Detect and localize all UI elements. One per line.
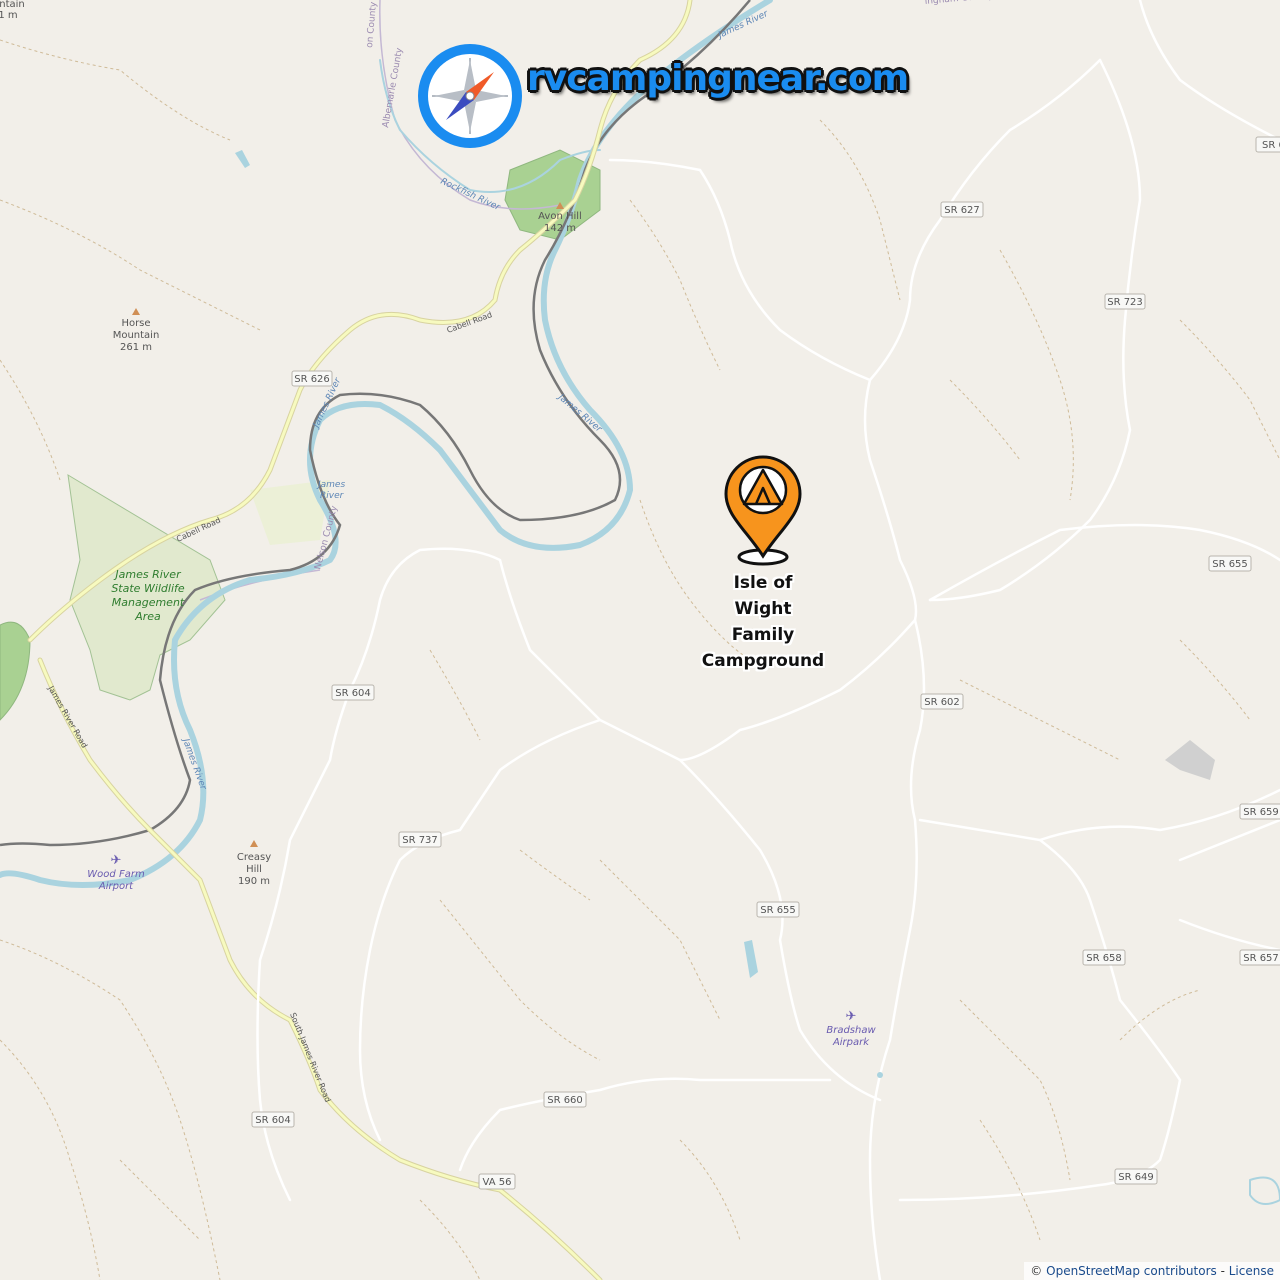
svg-text:SR 602: SR 602 — [924, 697, 960, 708]
svg-text:SR 604: SR 604 — [335, 688, 371, 699]
svg-text:SR 737: SR 737 — [402, 835, 438, 846]
svg-text:State Wildlife: State Wildlife — [111, 582, 185, 595]
road-shield: SR 604 — [331, 684, 375, 701]
site-name: rvcampingnear.com — [527, 58, 909, 99]
svg-text:James River: James River — [113, 568, 182, 581]
svg-text:SR 655: SR 655 — [760, 905, 796, 916]
campground-name-line: Isle of — [733, 573, 793, 593]
osm-attribution-link[interactable]: OpenStreetMap contributors — [1046, 1264, 1217, 1278]
svg-text:SR 655: SR 655 — [1212, 559, 1248, 570]
svg-text:SR 604: SR 604 — [255, 1115, 291, 1126]
road-shield: SR 659 — [1239, 803, 1280, 820]
svg-text:SR 657: SR 657 — [1243, 953, 1279, 964]
svg-text:River: River — [320, 491, 345, 501]
road-shield: SR 602 — [920, 693, 964, 710]
svg-text:SR 658: SR 658 — [1086, 953, 1122, 964]
road-shield: SR 660 — [543, 1091, 587, 1108]
svg-text:SR 649: SR 649 — [1118, 1172, 1154, 1183]
svg-text:1 m: 1 m — [0, 10, 18, 21]
svg-text:Horse: Horse — [121, 318, 150, 329]
campground-name-line: Campground — [701, 651, 825, 671]
svg-text:Wood Farm: Wood Farm — [87, 869, 145, 880]
svg-text:Airpark: Airpark — [832, 1037, 870, 1048]
road-shield: VA 56 — [478, 1173, 516, 1190]
map-attribution: © OpenStreetMap contributors - License — [1024, 1262, 1280, 1280]
svg-text:SR 659: SR 659 — [1243, 807, 1279, 818]
copyright-symbol: © — [1030, 1264, 1043, 1278]
road-shield: SR 604 — [251, 1111, 295, 1128]
svg-text:ntain: ntain — [0, 0, 25, 10]
svg-text:SR 6: SR 6 — [1262, 140, 1280, 151]
svg-text:261 m: 261 m — [120, 342, 152, 353]
license-link[interactable]: License — [1229, 1264, 1274, 1278]
road-shield: SR 649 — [1114, 1168, 1158, 1185]
road-shield: SR 655 — [756, 901, 800, 918]
svg-text:SR 627: SR 627 — [944, 205, 980, 216]
svg-text:SR 626: SR 626 — [294, 374, 330, 385]
svg-text:Creasy: Creasy — [237, 852, 271, 863]
svg-text:VA 56: VA 56 — [483, 1177, 512, 1188]
svg-text:Mountain: Mountain — [113, 330, 160, 341]
svg-text:SR 660: SR 660 — [547, 1095, 583, 1106]
svg-text:142 m: 142 m — [544, 223, 576, 234]
svg-text:190 m: 190 m — [238, 876, 270, 887]
road-shield: SR 737 — [398, 831, 442, 848]
road-shield: SR 6 — [1255, 136, 1280, 153]
svg-text:Hill: Hill — [246, 864, 262, 875]
svg-text:James: James — [316, 480, 345, 490]
campground-name[interactable]: Isle of Wight Family Campground — [688, 570, 838, 674]
airplane-icon: ✈ — [846, 1009, 857, 1024]
airplane-icon: ✈ — [111, 853, 122, 868]
svg-text:Airport: Airport — [98, 881, 134, 892]
svg-text:SR 723: SR 723 — [1107, 297, 1143, 308]
attribution-separator: - — [1220, 1264, 1225, 1278]
road-shield: SR 626 — [291, 370, 333, 387]
svg-text:Area: Area — [134, 610, 161, 623]
compass-icon — [418, 44, 522, 148]
svg-text:Avon Hill: Avon Hill — [538, 211, 582, 222]
road-shield: SR 655 — [1208, 555, 1252, 572]
road-shield: SR 627 — [940, 201, 984, 218]
map-canvas[interactable]: SR 627 SR 723 SR 626 SR 655 SR 604 SR 60… — [0, 0, 1280, 1280]
road-shield: SR 723 — [1104, 293, 1146, 310]
svg-text:Management: Management — [112, 596, 185, 609]
road-shield: SR 658 — [1082, 949, 1126, 966]
site-logo[interactable]: rvcampingnear.com — [414, 40, 909, 152]
campground-name-line: Family — [731, 625, 795, 645]
svg-text:Bradshaw: Bradshaw — [826, 1025, 876, 1036]
campground-name-line: Wight — [734, 599, 792, 619]
road-shield: SR 657 — [1239, 949, 1280, 966]
